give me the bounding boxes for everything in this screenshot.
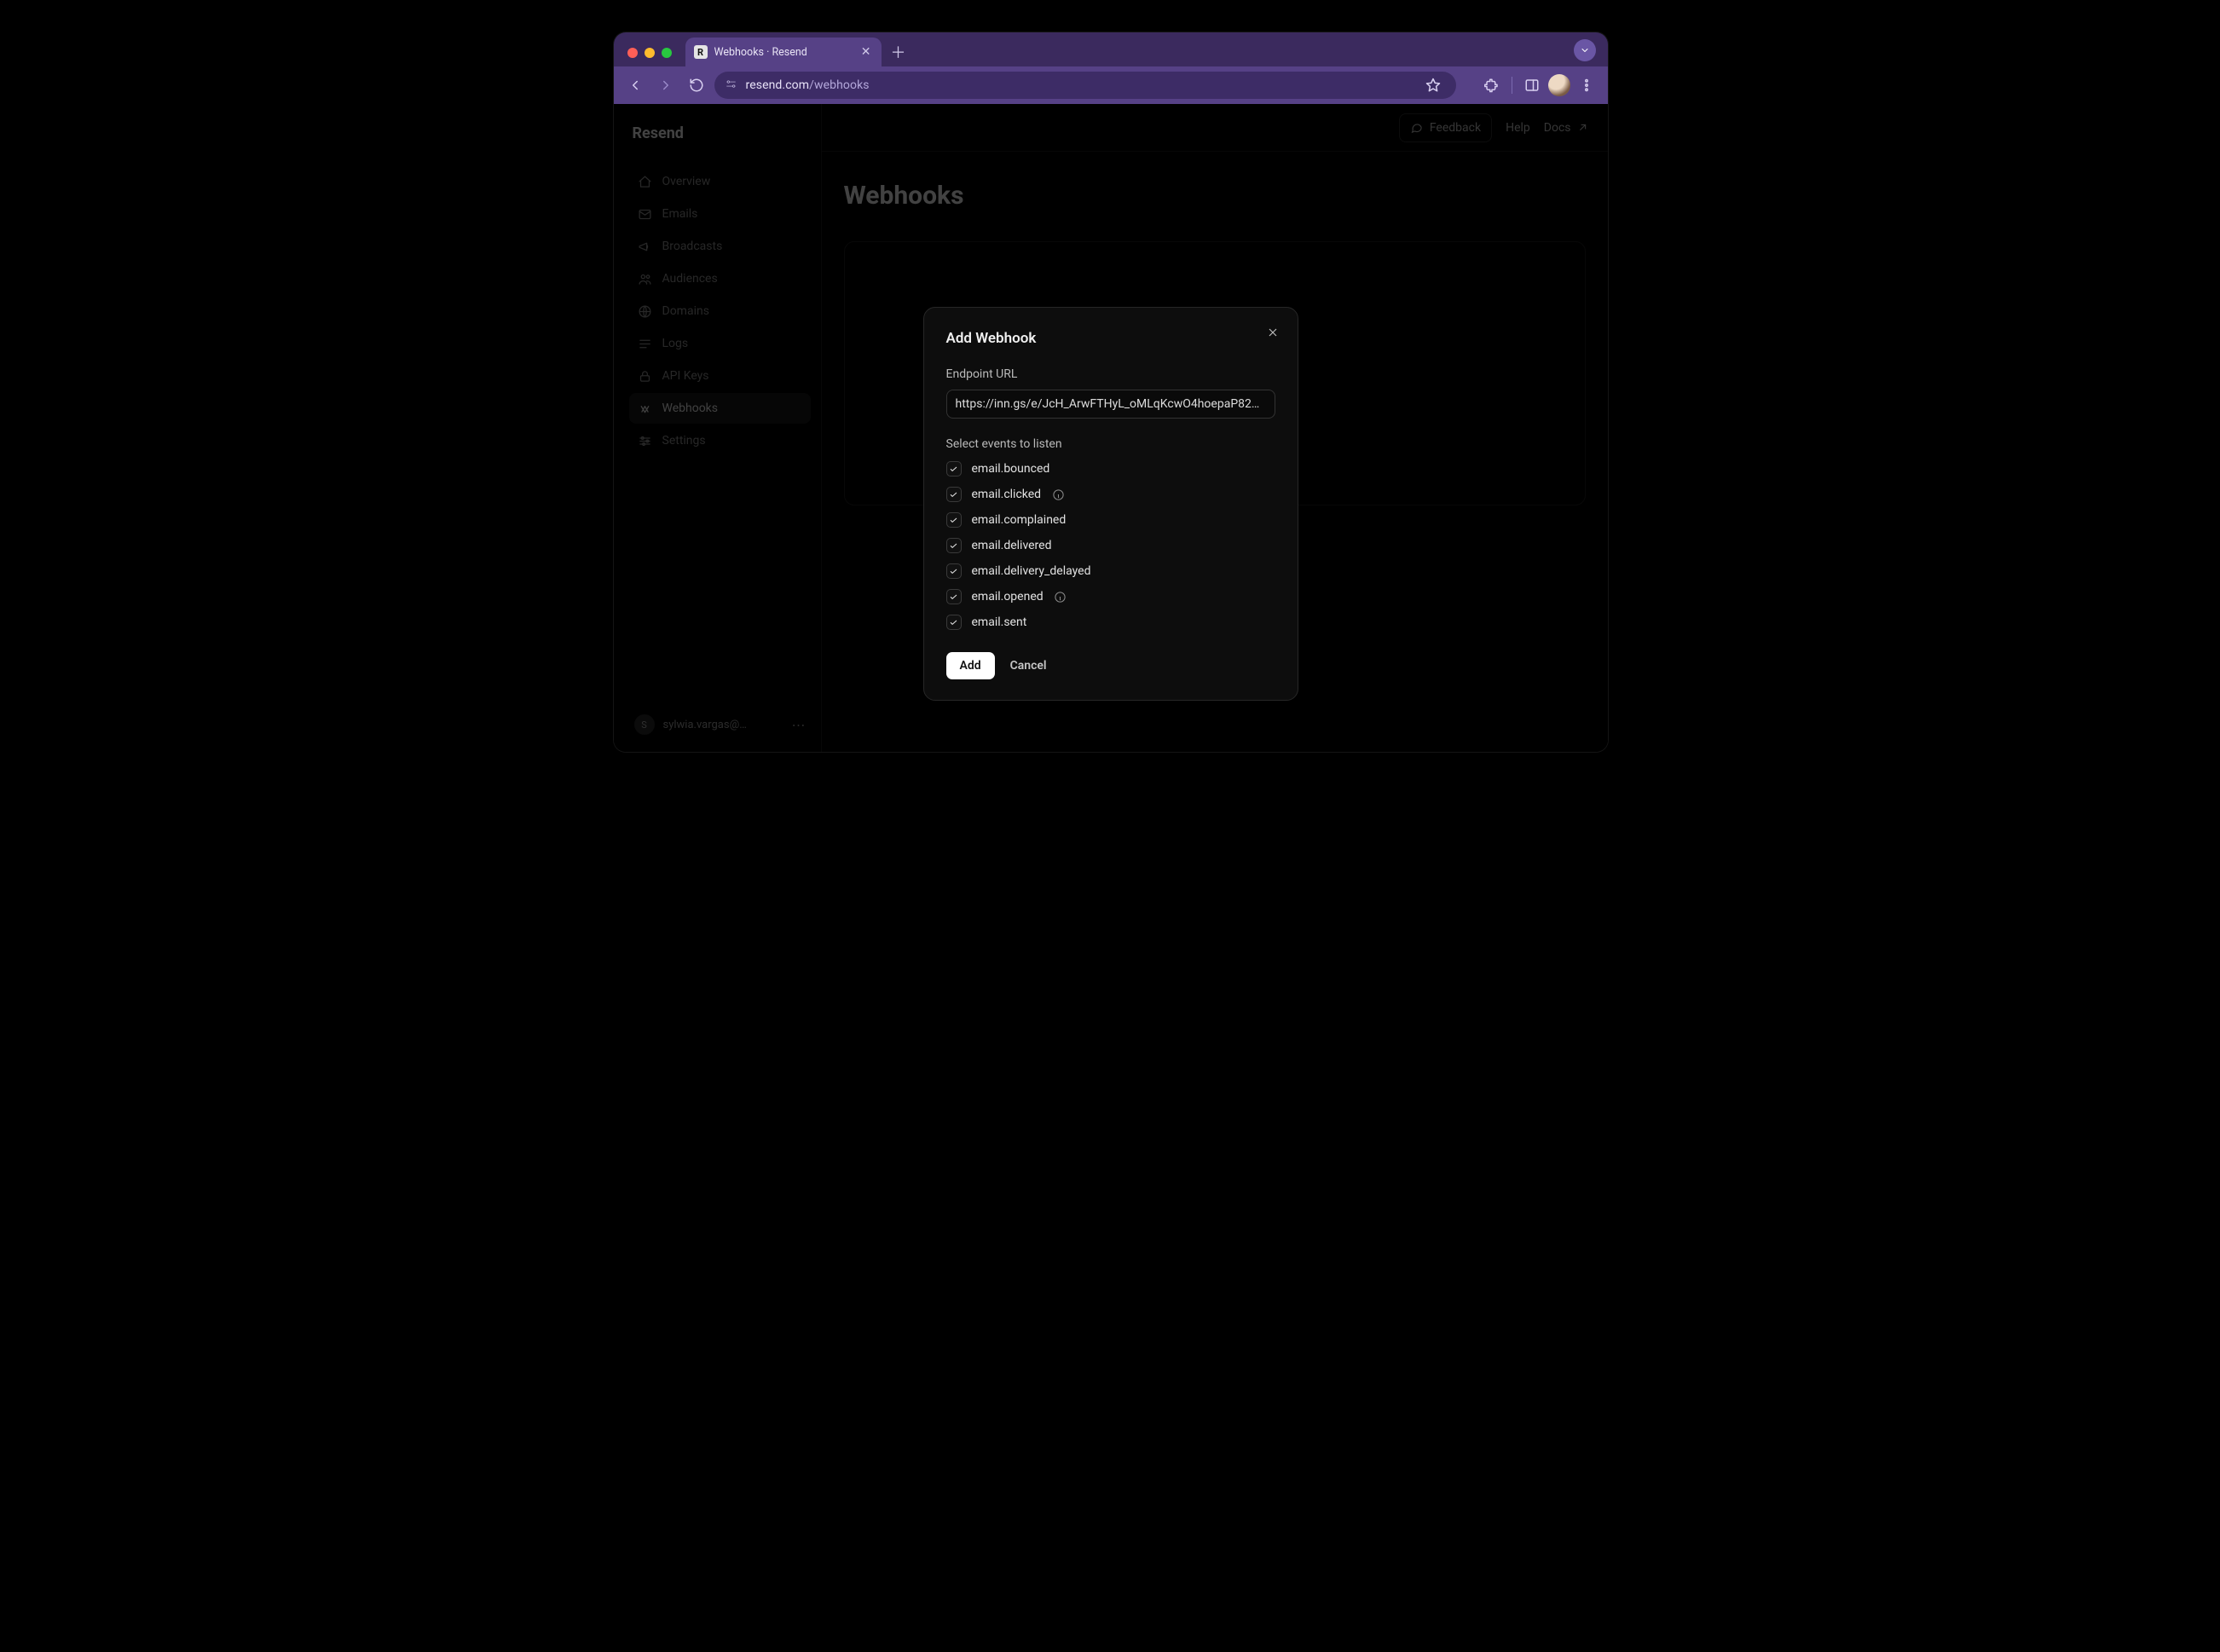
event-checkbox[interactable] (946, 461, 962, 477)
modal-title: Add Webhook (946, 330, 1275, 347)
event-name: email.sent (972, 615, 1027, 629)
info-icon[interactable] (1054, 590, 1067, 604)
bookmark-button[interactable] (1420, 72, 1446, 98)
event-row: email.sent (946, 615, 1275, 630)
endpoint-url-input[interactable] (946, 390, 1275, 419)
browser-menu-button[interactable] (1574, 72, 1599, 98)
tab-favicon: R (694, 45, 708, 59)
event-name: email.clicked (972, 488, 1042, 501)
event-name: email.bounced (972, 462, 1050, 476)
event-name: email.opened (972, 590, 1044, 604)
event-name: email.delivery_delayed (972, 564, 1091, 578)
events-list: email.bounced email.clicked email.complain… (946, 461, 1275, 630)
event-checkbox[interactable] (946, 615, 962, 630)
event-checkbox[interactable] (946, 512, 962, 528)
profile-avatar[interactable] (1548, 74, 1570, 96)
info-icon[interactable] (1051, 488, 1065, 501)
event-checkbox[interactable] (946, 589, 962, 604)
modal-actions: Add Cancel (946, 652, 1275, 679)
event-row: email.complained (946, 512, 1275, 528)
minimize-window-button[interactable] (645, 48, 655, 58)
site-settings-icon[interactable] (725, 78, 737, 94)
cancel-button[interactable]: Cancel (1010, 659, 1047, 673)
event-name: email.delivered (972, 539, 1052, 552)
browser-window: R Webhooks · Resend ✕ ＋ resend.com/webho… (614, 32, 1608, 752)
url-text: resend.com/webhooks (746, 78, 870, 92)
event-row: email.clicked (946, 487, 1275, 502)
tab-search-button[interactable] (1574, 39, 1596, 61)
forward-button[interactable] (653, 72, 679, 98)
endpoint-url-label: Endpoint URL (946, 367, 1275, 381)
app-viewport: Resend Overview Emails Broadcasts (614, 104, 1608, 752)
add-button[interactable]: Add (946, 652, 995, 679)
event-row: email.bounced (946, 461, 1275, 477)
address-bar[interactable]: resend.com/webhooks (714, 72, 1456, 99)
maximize-window-button[interactable] (662, 48, 672, 58)
event-row: email.opened (946, 589, 1275, 604)
close-modal-button[interactable] (1262, 321, 1284, 344)
extensions-button[interactable] (1479, 72, 1505, 98)
close-tab-button[interactable]: ✕ (859, 43, 873, 61)
event-checkbox[interactable] (946, 487, 962, 502)
events-label: Select events to listen (946, 437, 1275, 451)
browser-tab[interactable]: R Webhooks · Resend ✕ (685, 38, 882, 66)
add-webhook-modal: Add Webhook Endpoint URL Select events t… (923, 307, 1298, 701)
event-row: email.delivered (946, 538, 1275, 553)
event-row: email.delivery_delayed (946, 563, 1275, 579)
new-tab-button[interactable]: ＋ (887, 40, 911, 64)
reload-button[interactable] (684, 72, 709, 98)
tab-strip: R Webhooks · Resend ✕ ＋ (614, 32, 1608, 66)
sidepanel-button[interactable] (1519, 72, 1545, 98)
event-checkbox[interactable] (946, 538, 962, 553)
back-button[interactable] (622, 72, 648, 98)
event-checkbox[interactable] (946, 563, 962, 579)
close-window-button[interactable] (627, 48, 638, 58)
browser-toolbar: resend.com/webhooks (614, 66, 1608, 104)
tab-title: Webhooks · Resend (714, 46, 853, 59)
close-icon (1266, 326, 1280, 339)
window-controls (621, 48, 680, 66)
event-name: email.complained (972, 513, 1067, 527)
